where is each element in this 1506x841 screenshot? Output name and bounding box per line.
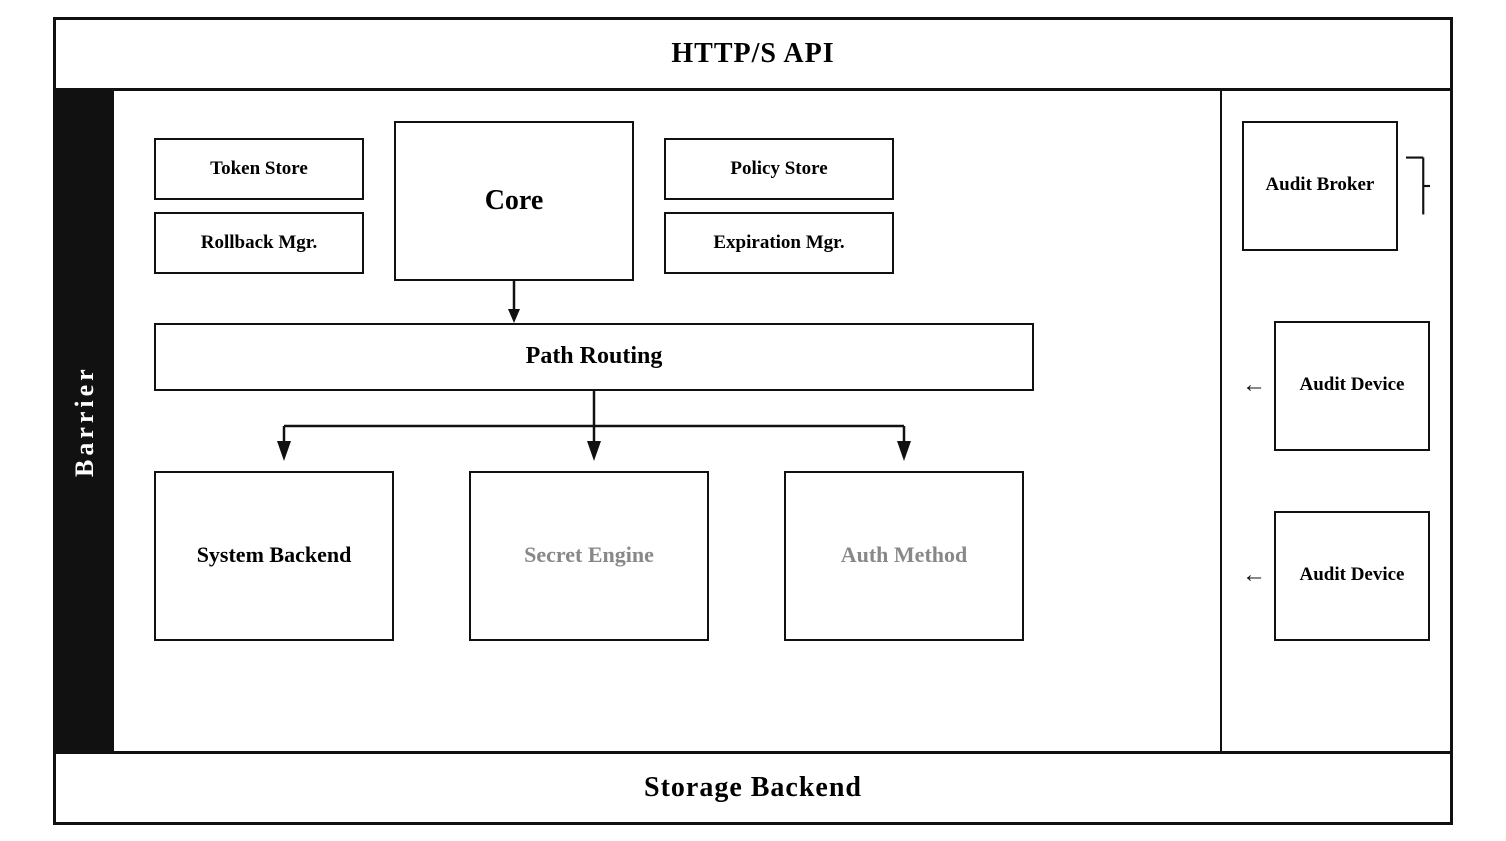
right-panel: Audit Broker ← Audit Device: [1220, 91, 1450, 751]
http-api-label: HTTP/S API: [671, 38, 834, 69]
audit-device-1-row: ← Audit Device: [1242, 321, 1430, 451]
storage-backend-bar: Storage Backend: [56, 751, 1450, 822]
token-store-box: Token Store: [154, 138, 364, 200]
core-box: Core: [394, 121, 634, 281]
audit-device-2-box: Audit Device: [1274, 511, 1430, 641]
middle-section: Barrier Token Store Rollback Mgr. Core: [56, 91, 1450, 751]
barrier-label: Barrier: [56, 91, 114, 751]
secret-engine-box: Secret Engine: [469, 471, 709, 641]
audit-device-1-box: Audit Device: [1274, 321, 1430, 451]
branch-arrows-area: [144, 391, 1024, 471]
left-stack: Token Store Rollback Mgr.: [154, 138, 364, 274]
path-routing-section: Path Routing: [144, 323, 1190, 391]
expiration-mgr-box: Expiration Mgr.: [664, 212, 894, 274]
core-to-routing-arrow: [394, 281, 634, 323]
policy-store-box: Policy Store: [664, 138, 894, 200]
audit-broker-row: Audit Broker: [1242, 121, 1430, 251]
http-api-bar: HTTP/S API: [56, 20, 1450, 91]
main-diagram: HTTP/S API Barrier Token Store Rollback …: [53, 17, 1453, 825]
storage-backend-label: Storage Backend: [644, 772, 862, 803]
system-backend-box: System Backend: [154, 471, 394, 641]
arrow-left-1: ←: [1242, 372, 1266, 399]
main-content-area: Token Store Rollback Mgr. Core Policy St…: [114, 91, 1220, 751]
rollback-mgr-box: Rollback Mgr.: [154, 212, 364, 274]
bottom-boxes-row: System Backend Secret Engine Auth Method: [144, 471, 1024, 641]
auth-method-box: Auth Method: [784, 471, 1024, 641]
audit-device-2-row: ← Audit Device: [1242, 511, 1430, 641]
audit-broker-box: Audit Broker: [1242, 121, 1398, 251]
path-routing-box: Path Routing: [154, 323, 1034, 391]
right-stack: Policy Store Expiration Mgr.: [664, 138, 894, 274]
arrow-left-2: ←: [1242, 562, 1266, 589]
